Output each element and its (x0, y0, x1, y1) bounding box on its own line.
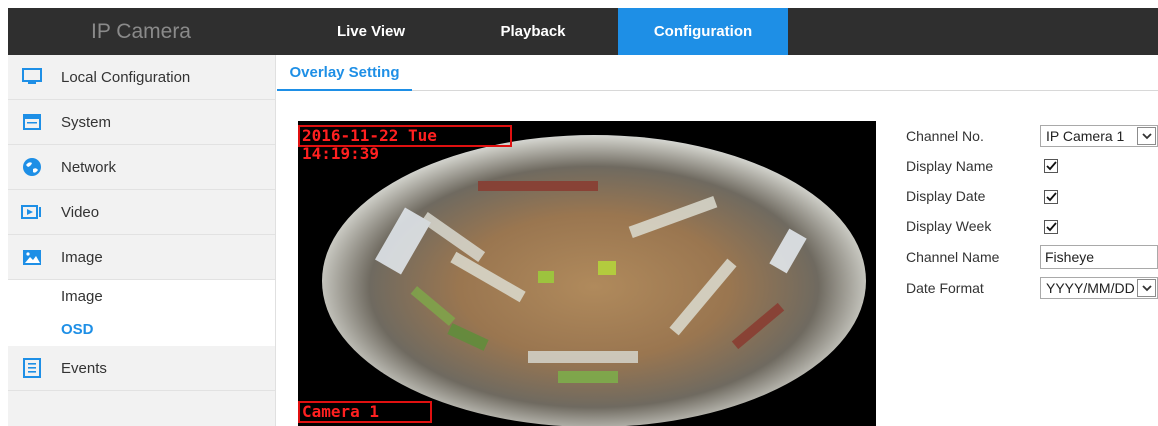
display-date-checkbox[interactable] (1044, 190, 1058, 204)
sidebar-item-label: Image (61, 248, 103, 266)
sidebar-item-system[interactable]: System (8, 100, 275, 145)
channel-no-value: IP Camera 1 (1046, 128, 1125, 144)
display-name-checkbox[interactable] (1044, 159, 1058, 173)
fisheye-image (298, 121, 876, 426)
sidebar-item-image[interactable]: Image (8, 235, 275, 280)
channel-name-input[interactable] (1040, 245, 1158, 269)
date-format-select[interactable]: YYYY/MM/DD (1040, 277, 1158, 299)
sidebar-item-video[interactable]: Video (8, 190, 275, 235)
channel-no-select[interactable]: IP Camera 1 (1040, 125, 1158, 147)
sidebar-item-network[interactable]: Network (8, 145, 275, 190)
top-navigation-bar: IP Camera Live View Playback Configurati… (8, 8, 1158, 55)
sidebar-subitem-osd[interactable]: OSD (8, 313, 275, 346)
tab-playback[interactable]: Playback (448, 8, 618, 55)
channel-name-label: Channel Name (906, 249, 1000, 265)
sidebar-item-label: Events (61, 359, 107, 377)
checkmark-icon (1045, 222, 1057, 232)
sidebar-item-label: Video (61, 203, 100, 221)
brand-title: IP Camera (91, 19, 191, 43)
display-date-label: Display Date (906, 188, 986, 204)
sidebar: Local Configuration System Network Video… (8, 55, 276, 426)
video-camera-icon (20, 200, 44, 224)
sidebar-item-label: Local Configuration (61, 68, 191, 86)
checkmark-icon (1045, 192, 1057, 202)
sidebar-item-label: Network (61, 158, 117, 176)
checkmark-icon (1045, 161, 1057, 171)
sidebar-item-events[interactable]: Events (8, 346, 275, 391)
chevron-down-icon[interactable] (1137, 279, 1156, 297)
date-format-value: YYYY/MM/DD (1046, 280, 1135, 296)
chevron-down-icon[interactable] (1137, 127, 1156, 145)
system-window-icon (20, 110, 44, 134)
tab-live-view[interactable]: Live View (286, 8, 456, 55)
image-icon (20, 245, 44, 269)
globe-icon (20, 155, 44, 179)
date-format-label: Date Format (906, 280, 984, 296)
sidebar-subitem-image[interactable]: Image (8, 280, 275, 313)
tab-divider (412, 90, 1158, 91)
sidebar-item-label: System (61, 113, 112, 131)
video-preview[interactable]: 2016-11-22 Tue 14:19:39 Camera 1 (298, 121, 876, 426)
osd-date-overlay[interactable]: 2016-11-22 Tue 14:19:39 (298, 125, 512, 163)
sidebar-item-local-configuration[interactable]: Local Configuration (8, 55, 275, 100)
events-list-icon (20, 356, 44, 380)
tab-configuration[interactable]: Configuration (618, 8, 788, 55)
display-week-checkbox[interactable] (1044, 220, 1058, 234)
channel-no-label: Channel No. (906, 128, 984, 144)
tab-overlay-setting[interactable]: Overlay Setting (277, 55, 412, 91)
display-name-label: Display Name (906, 158, 994, 174)
display-week-label: Display Week (906, 218, 992, 234)
osd-camera-name-overlay[interactable]: Camera 1 (298, 401, 432, 423)
monitor-icon (20, 65, 44, 89)
